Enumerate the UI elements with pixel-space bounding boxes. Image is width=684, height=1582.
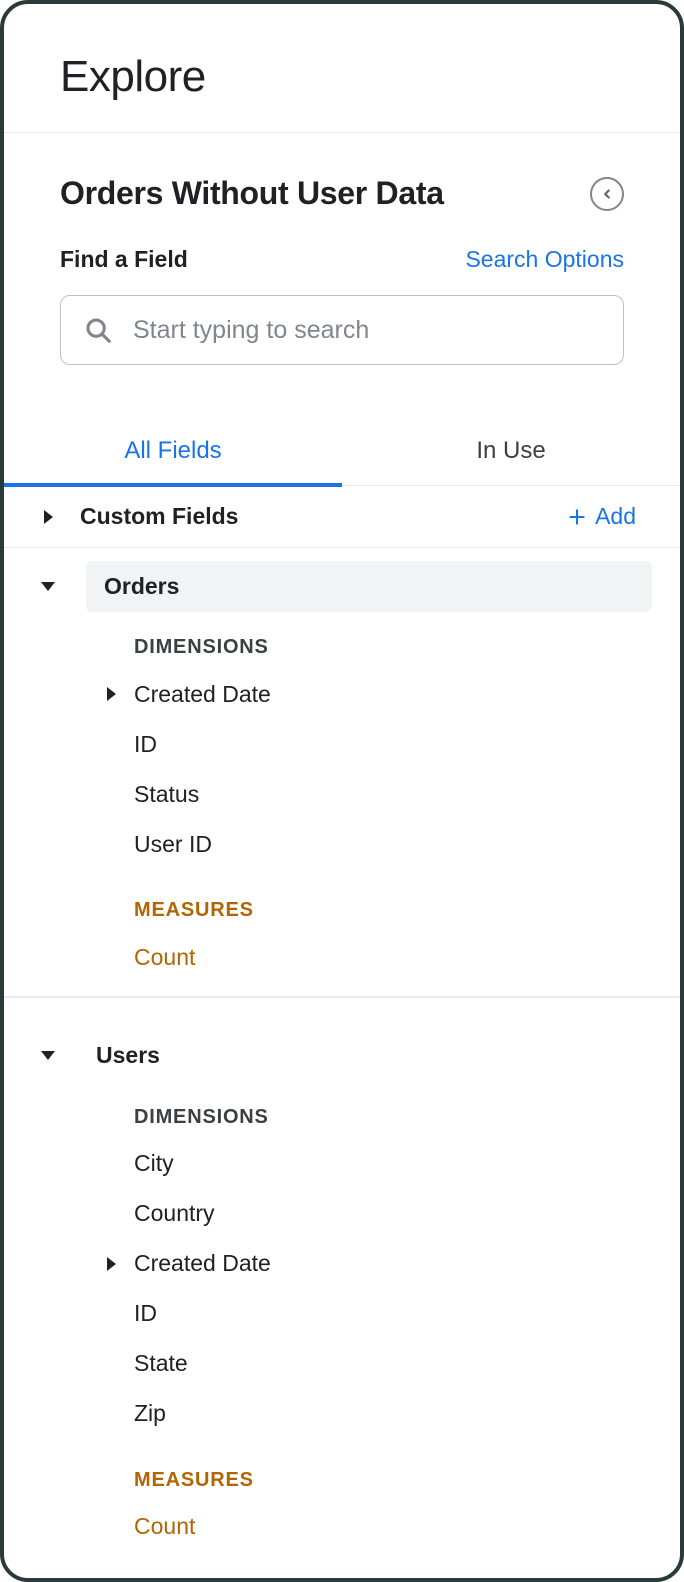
search-options-link[interactable]: Search Options [465, 246, 624, 273]
measure-field[interactable]: Count [134, 1502, 640, 1552]
add-label: Add [595, 503, 636, 530]
measures-heading: MEASURES [134, 1439, 640, 1502]
expand-icon [98, 1257, 124, 1271]
dimensions-heading: DIMENSIONS [134, 614, 640, 669]
field-label: Zip [134, 1400, 166, 1427]
field-label: Status [134, 781, 199, 808]
field-label: Count [134, 1513, 195, 1540]
dimension-field[interactable]: Status [134, 769, 640, 819]
field-label: User ID [134, 831, 212, 858]
expand-icon [32, 510, 64, 524]
collapse-icon [32, 1051, 64, 1060]
collapse-icon [32, 582, 64, 591]
page-title: Explore [60, 52, 624, 102]
search-input[interactable] [133, 316, 601, 345]
expand-icon [98, 687, 124, 701]
dimension-field[interactable]: Created Date [134, 1239, 640, 1289]
model-title: Orders Without User Data [60, 175, 444, 212]
dimension-field[interactable]: Created Date [134, 669, 640, 719]
field-label: State [134, 1350, 188, 1377]
dimension-field[interactable]: User ID [134, 819, 640, 869]
dimension-field[interactable]: City [134, 1139, 640, 1189]
plus-icon [567, 507, 587, 527]
add-custom-field-button[interactable]: Add [567, 503, 652, 530]
measures-heading: MEASURES [134, 869, 640, 932]
search-field[interactable] [60, 295, 624, 365]
field-tabs: All Fields In Use [4, 419, 680, 486]
dimension-field[interactable]: ID [134, 1289, 640, 1339]
dimension-field[interactable]: State [134, 1339, 640, 1389]
dimension-field[interactable]: Country [134, 1189, 640, 1239]
measure-field[interactable]: Count [134, 932, 640, 982]
view-name: Orders [86, 561, 652, 612]
field-label: City [134, 1150, 174, 1177]
tab-in-use[interactable]: In Use [342, 419, 680, 485]
view-name: Users [86, 1030, 652, 1081]
search-icon [83, 315, 113, 345]
collapse-panel-button[interactable] [590, 177, 624, 211]
field-label: ID [134, 731, 157, 758]
field-label: Created Date [134, 1250, 271, 1277]
field-label: Count [134, 944, 195, 971]
custom-fields-row[interactable]: Custom Fields Add [4, 486, 680, 548]
field-label: Created Date [134, 681, 271, 708]
dimension-field[interactable]: Zip [134, 1389, 640, 1439]
field-label: Country [134, 1200, 215, 1227]
chevron-left-icon [600, 187, 614, 201]
dimensions-heading: DIMENSIONS [134, 1084, 640, 1139]
find-field-label: Find a Field [60, 246, 188, 273]
view-header-users[interactable]: Users [4, 1028, 680, 1084]
field-label: ID [134, 1300, 157, 1327]
view-header-orders[interactable]: Orders [4, 558, 680, 614]
custom-fields-label: Custom Fields [80, 503, 567, 530]
tab-all-fields[interactable]: All Fields [4, 419, 342, 487]
divider [4, 996, 680, 998]
dimension-field[interactable]: ID [134, 719, 640, 769]
